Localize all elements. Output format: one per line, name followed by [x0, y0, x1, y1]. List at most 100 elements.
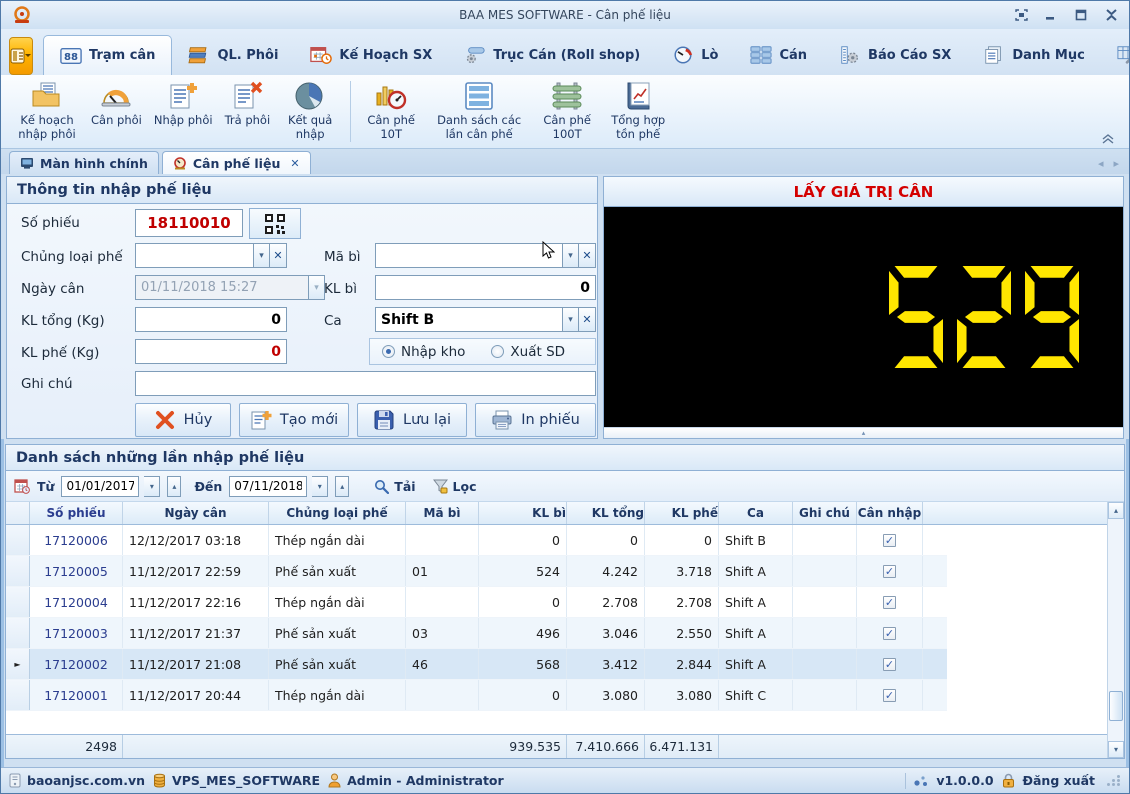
- radio-xuat-sd[interactable]: Xuất SD: [491, 344, 565, 360]
- grid-vertical-scrollbar[interactable]: ▴ ▾: [1107, 502, 1124, 758]
- col-so-phieu[interactable]: Số phiếu: [30, 502, 123, 524]
- col-ngay-can[interactable]: Ngày cân: [123, 502, 269, 524]
- toolbar-can-phe-100t[interactable]: Cân phế 100T: [533, 77, 601, 146]
- to-date-input[interactable]: [229, 475, 308, 497]
- dropdown-arrow-icon[interactable]: ▾: [312, 475, 329, 497]
- table-row[interactable]: 17120005 11/12/2017 22:59 Phế sản xuất 0…: [6, 556, 947, 587]
- doc-tab-can-phe-lieu[interactable]: Cân phế liệu ✕: [161, 151, 311, 174]
- ca-label: Ca: [324, 313, 342, 329]
- so-phieu-input[interactable]: [135, 209, 243, 237]
- ribbon-tab-can[interactable]: Cán: [734, 35, 823, 75]
- ma-bi-combo[interactable]: ▾ ✕: [375, 243, 596, 268]
- ma-bi-input[interactable]: [375, 243, 562, 268]
- chung-loai-phe-combo[interactable]: ▾ ✕: [135, 243, 287, 268]
- ribbon-tab-truc-can[interactable]: Trục Cán (Roll shop): [448, 35, 656, 75]
- barcode-button[interactable]: [249, 208, 301, 239]
- application-menu-button[interactable]: [9, 37, 33, 75]
- toolbar-can-phoi[interactable]: Cân phôi: [85, 77, 148, 146]
- col-ma-bi[interactable]: Mã bì: [406, 502, 479, 524]
- can-nhap-checkbox[interactable]: ✓: [883, 657, 896, 671]
- huy-button[interactable]: Hủy: [135, 403, 231, 437]
- document-list-icon: [985, 46, 1002, 64]
- ribbon-tab-bao-cao-sx[interactable]: Báo Cáo SX: [823, 35, 967, 75]
- luu-lai-button[interactable]: Lưu lại: [357, 403, 467, 437]
- can-nhap-checkbox[interactable]: ✓: [883, 626, 896, 640]
- ribbon-tab-ql-phoi[interactable]: QL. Phôi: [172, 35, 294, 75]
- ca-combo[interactable]: ▾ ✕: [375, 307, 596, 332]
- maximize-button[interactable]: [1073, 8, 1089, 22]
- scrollbar-track[interactable]: [1108, 519, 1124, 741]
- clear-icon[interactable]: ✕: [579, 307, 596, 332]
- table-row[interactable]: 17120006 12/12/2017 03:18 Thép ngắn dài …: [6, 525, 947, 556]
- close-button[interactable]: [1103, 8, 1119, 22]
- col-kl-bi[interactable]: KL bì: [479, 502, 567, 524]
- toolbar-tra-phoi[interactable]: Trả phôi: [219, 77, 277, 146]
- col-can-nhap[interactable]: Cân nhập: [857, 502, 923, 524]
- toolbar-ket-qua-nhap[interactable]: Kết quả nhập: [276, 77, 344, 146]
- from-date-input[interactable]: [61, 475, 140, 497]
- database-label[interactable]: VPS_MES_SOFTWARE: [172, 773, 320, 788]
- table-row[interactable]: 17120003 11/12/2017 21:37 Phế sản xuất 0…: [6, 618, 947, 649]
- form-header: Thông tin nhập phế liệu: [7, 177, 597, 204]
- toolbar-tong-hop-ton-phe[interactable]: Tổng hợp tồn phế: [601, 77, 675, 146]
- spinner-up-icon[interactable]: ▴: [167, 475, 182, 497]
- doc-tab-man-hinh-chinh[interactable]: Màn hình chính: [9, 151, 159, 174]
- can-nhap-checkbox[interactable]: ✓: [883, 533, 896, 547]
- tao-moi-button[interactable]: Tạo mới: [239, 403, 349, 437]
- user-label[interactable]: Admin - Administrator: [347, 773, 504, 788]
- doc-tab-close-icon[interactable]: ✕: [290, 157, 299, 170]
- load-button[interactable]: Tải: [368, 479, 421, 494]
- kl-phe-input[interactable]: [135, 339, 287, 364]
- ribbon-tab-ke-hoach-sx[interactable]: Kế Hoạch SX: [294, 35, 448, 75]
- clear-icon[interactable]: ✕: [270, 243, 287, 268]
- can-nhap-checkbox[interactable]: ✓: [883, 595, 896, 609]
- toolbar-nhap-phoi[interactable]: Nhập phôi: [148, 77, 219, 146]
- clear-icon[interactable]: ✕: [579, 243, 596, 268]
- ghi-chu-input[interactable]: [135, 371, 596, 396]
- spinner-up-icon[interactable]: ▴: [335, 475, 350, 497]
- dropdown-arrow-icon[interactable]: ▾: [562, 243, 579, 268]
- ribbon-collapse-button[interactable]: [1101, 130, 1115, 144]
- can-nhap-checkbox[interactable]: ✓: [883, 564, 896, 578]
- kl-tong-input[interactable]: [135, 307, 287, 332]
- col-chung-loai-phe[interactable]: Chủng loại phế: [269, 502, 406, 524]
- ca-input[interactable]: [375, 307, 562, 332]
- toolbar-ke-hoach-nhap-phoi[interactable]: Kế hoạch nhập phôi: [9, 77, 85, 146]
- site-label[interactable]: baoanjsc.com.vn: [27, 773, 145, 788]
- ribbon-tab-tram-can[interactable]: 88 Trạm cân: [43, 35, 173, 75]
- fullscreen-button[interactable]: [1013, 8, 1029, 22]
- scale-collapse-strip[interactable]: ▴: [604, 427, 1123, 438]
- filter-button[interactable]: Lọc: [427, 479, 483, 494]
- toolbar-label: Trả phôi: [224, 113, 271, 127]
- radio-nhap-kho[interactable]: Nhập kho: [382, 344, 465, 360]
- ribbon-tab-danh-muc[interactable]: Danh Mục: [967, 35, 1101, 75]
- col-kl-tong[interactable]: KL tổng: [567, 502, 645, 524]
- table-row[interactable]: 17120004 11/12/2017 22:16 Thép ngắn dài …: [6, 587, 947, 618]
- dropdown-arrow-icon[interactable]: ▾: [144, 475, 161, 497]
- scrollbar-thumb[interactable]: [1109, 691, 1123, 721]
- col-ca[interactable]: Ca: [719, 502, 793, 524]
- in-phieu-button[interactable]: In phiếu: [475, 403, 596, 437]
- scroll-down-icon[interactable]: ▾: [1108, 741, 1124, 758]
- scroll-up-icon[interactable]: ▴: [1108, 502, 1124, 519]
- ribbon-tab-he-thong[interactable]: Hệ Thống: [1101, 35, 1129, 75]
- minimize-button[interactable]: [1043, 8, 1059, 22]
- chung-loai-phe-input[interactable]: [135, 243, 253, 268]
- dropdown-arrow-icon[interactable]: ▾: [562, 307, 579, 332]
- can-nhap-checkbox[interactable]: ✓: [883, 688, 896, 702]
- col-kl-phe[interactable]: KL phế: [645, 502, 719, 524]
- radio-unselected-icon: [491, 345, 505, 358]
- logout-button[interactable]: Đăng xuất: [1023, 773, 1095, 788]
- kl-bi-input[interactable]: [375, 275, 596, 300]
- toolbar-can-phe-10t[interactable]: Cân phế 10T: [357, 77, 425, 146]
- col-ghi-chu[interactable]: Ghi chú: [793, 502, 857, 524]
- table-row[interactable]: 17120001 11/12/2017 20:44 Thép ngắn dài …: [6, 680, 947, 711]
- get-scale-value-button[interactable]: LẤY GIÁ TRỊ CÂN: [604, 177, 1123, 207]
- table-row-selected[interactable]: ► 17120002 11/12/2017 21:08 Phế sản xuất…: [6, 649, 947, 680]
- tab-nav-left-icon[interactable]: ◂: [1098, 157, 1104, 170]
- dropdown-arrow-icon[interactable]: ▾: [253, 243, 270, 268]
- ribbon-tab-lo[interactable]: Lò: [656, 35, 734, 75]
- resize-grip[interactable]: [1107, 775, 1121, 786]
- toolbar-danh-sach-can-phe[interactable]: Danh sách các lần cân phế: [425, 77, 533, 146]
- tab-nav-right-icon[interactable]: ▸: [1113, 157, 1119, 170]
